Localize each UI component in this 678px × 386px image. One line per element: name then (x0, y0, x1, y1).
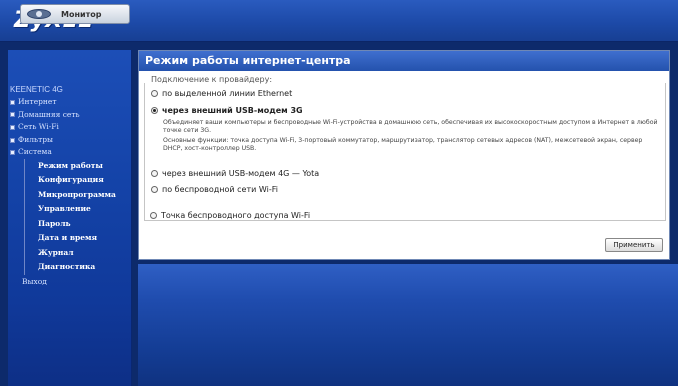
submenu-item-password[interactable]: Пароль (10, 217, 135, 232)
radio-usb-3g-dot[interactable] (151, 107, 158, 114)
submenu-item-diagnostics[interactable]: Диагностика (10, 260, 135, 275)
device-name: KEENETIC 4G (10, 85, 63, 94)
usb-3g-functions: Основные функции: точка доступа Wi-Fi, 3… (163, 137, 643, 152)
sidebar-item-filters[interactable]: Фильтры (10, 134, 135, 147)
submenu-item-management[interactable]: Управление (10, 202, 135, 217)
radio-wifi-client-dot[interactable] (151, 186, 158, 193)
radio-wifi-client-label: по беспроводной сети Wi-Fi (162, 185, 278, 194)
sidebar-item-label: Домашняя сеть (18, 109, 80, 119)
bullet-icon (10, 112, 15, 118)
submenu-item-log[interactable]: Журнал (10, 246, 135, 261)
sidebar-item-label: Интернет (18, 97, 57, 106)
sidebar-item-home-network[interactable]: Домашняя сеть (10, 109, 135, 122)
apply-button[interactable]: Применить (605, 238, 663, 252)
radio-access-point[interactable]: Точка беспроводного доступа Wi-Fi (150, 211, 310, 220)
provider-group-legend: Подключение к провайдеру: (149, 75, 275, 84)
radio-access-point-label: Точка беспроводного доступа Wi-Fi (161, 211, 311, 220)
bullet-icon (10, 99, 15, 105)
page-title: Режим работы интернет-центра (139, 51, 669, 71)
sidebar-item-exit[interactable]: Выход (10, 275, 135, 289)
provider-group: Подключение к провайдеру: по выделенной … (144, 75, 666, 221)
radio-ethernet[interactable]: по выделенной линии Ethernet (151, 89, 292, 98)
sidebar-item-label: Фильтры (18, 134, 53, 144)
submenu-item-date-time[interactable]: Дата и время (10, 231, 135, 246)
submenu-item-mode[interactable]: Режим работы (10, 159, 135, 174)
radio-usb-3g-label: через внешний USB-модем 3G (162, 106, 303, 115)
mode-panel: Режим работы интернет-центра Подключение… (138, 50, 670, 260)
monitor-button-label: Монитор (61, 9, 102, 19)
sidebar-nav: KEENETIC 4G Интернет Домашняя сеть Сеть … (10, 85, 135, 289)
bullet-icon (10, 124, 15, 130)
sidebar-item-system[interactable]: Система (10, 146, 135, 159)
main-area: Режим работы интернет-центра Подключение… (138, 50, 678, 386)
radio-ethernet-dot[interactable] (151, 90, 158, 97)
radio-usb-4g-yota-dot[interactable] (151, 170, 158, 177)
sidebar-item-wifi[interactable]: Сеть Wi-Fi (10, 121, 135, 134)
background-panel (138, 264, 678, 386)
radio-usb-4g-yota-label: через внешний USB-модем 4G — Yota (162, 169, 320, 178)
radio-usb-4g-yota[interactable]: через внешний USB-модем 4G — Yota (151, 169, 319, 178)
submenu-item-configuration[interactable]: Конфигурация (10, 173, 135, 188)
radio-ethernet-label: по выделенной линии Ethernet (162, 89, 293, 98)
system-submenu: Режим работы Конфигурация Микропрограмма… (10, 158, 135, 275)
radio-usb-3g[interactable]: через внешний USB-модем 3G (151, 106, 303, 115)
radio-wifi-client[interactable]: по беспроводной сети Wi-Fi (151, 185, 278, 194)
sidebar-item-label: Система (18, 147, 52, 157)
bullet-icon (10, 150, 15, 156)
usb-3g-description: Объединяет ваши компьютеры и беспроводны… (163, 119, 658, 134)
radio-access-point-dot[interactable] (150, 212, 157, 219)
sidebar-item-label: Сеть Wi-Fi (18, 122, 59, 132)
monitor-button[interactable]: Монитор (20, 4, 130, 24)
submenu-item-firmware[interactable]: Микропрограмма (10, 188, 135, 203)
sidebar-item-internet[interactable]: Интернет (10, 96, 135, 109)
bullet-icon (10, 137, 15, 143)
monitor-eye-icon (27, 9, 51, 19)
